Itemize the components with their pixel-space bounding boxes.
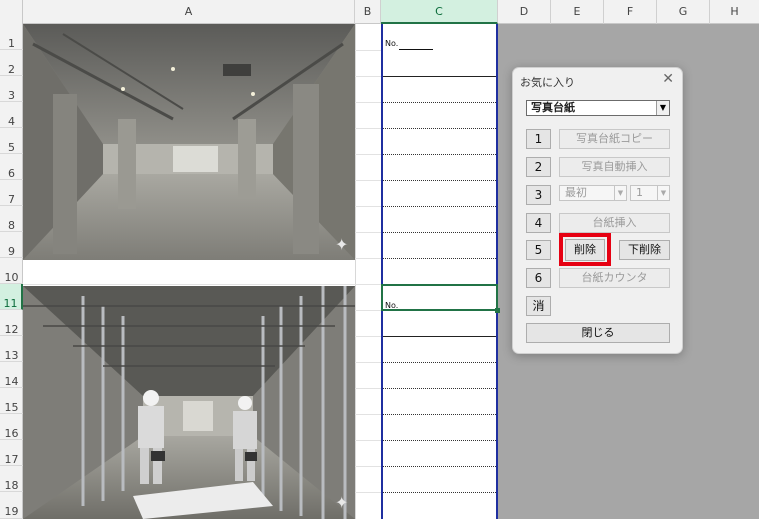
cell-c11-no-label: No. bbox=[385, 301, 399, 310]
dialog-close-button[interactable]: 閉じる bbox=[526, 323, 670, 343]
red-highlight-box bbox=[559, 233, 611, 266]
template-select[interactable]: 写真台紙 ▼ bbox=[526, 100, 670, 116]
fill-handle[interactable] bbox=[495, 308, 500, 313]
grid-line bbox=[355, 24, 356, 519]
row-header-8[interactable]: 8 bbox=[0, 206, 23, 232]
position-select[interactable]: 最初 ▼ bbox=[559, 185, 627, 201]
column-header-h[interactable]: H bbox=[710, 0, 759, 24]
row-header-13[interactable]: 13 bbox=[0, 336, 23, 362]
close-icon[interactable]: ✕ bbox=[662, 71, 674, 87]
photo-empty-concrete-interior[interactable]: ✦ bbox=[23, 24, 355, 260]
row-header-6[interactable]: 6 bbox=[0, 154, 23, 180]
erase-button[interactable]: 消 bbox=[526, 296, 551, 316]
column-header-d[interactable]: D bbox=[498, 0, 551, 24]
row-header-7[interactable]: 7 bbox=[0, 180, 23, 206]
sheet-counter-button[interactable]: 台紙カウンタ bbox=[559, 268, 670, 288]
cell-c1-no-label: No. bbox=[385, 39, 399, 48]
number-button-4[interactable]: 4 bbox=[526, 213, 551, 233]
row-header-11[interactable]: 11 bbox=[0, 284, 23, 310]
chevron-down-icon[interactable]: ▼ bbox=[657, 186, 669, 200]
dotted-line bbox=[383, 232, 496, 233]
row-header-9[interactable]: 9 bbox=[0, 232, 23, 258]
solid-line bbox=[383, 336, 496, 337]
dotted-line bbox=[383, 388, 496, 389]
row-header-14[interactable]: 14 bbox=[0, 362, 23, 388]
worksheet-grid[interactable]: ✦ ✦ No. No. bbox=[23, 24, 500, 519]
insert-sheet-button[interactable]: 台紙挿入 bbox=[559, 213, 670, 233]
photo-workers-steel-framing[interactable]: ✦ bbox=[23, 286, 355, 519]
dotted-line bbox=[383, 206, 496, 207]
dotted-line bbox=[383, 180, 496, 181]
column-header-a[interactable]: A bbox=[23, 0, 355, 24]
row-header-19[interactable]: 19 bbox=[0, 492, 23, 519]
chevron-down-icon[interactable]: ▼ bbox=[656, 101, 669, 115]
number-button-3[interactable]: 3 bbox=[526, 185, 551, 205]
dotted-line bbox=[383, 492, 496, 493]
favorites-dialog: お気に入り ✕ 写真台紙 ▼ 1 写真台紙コピー 2 写真自動挿入 3 最初 ▼… bbox=[512, 67, 683, 354]
row-header-4[interactable]: 4 bbox=[0, 102, 23, 128]
chevron-down-icon[interactable]: ▼ bbox=[614, 186, 626, 200]
row-header-12[interactable]: 12 bbox=[0, 310, 23, 336]
solid-line bbox=[383, 76, 496, 77]
row-header-18[interactable]: 18 bbox=[0, 466, 23, 492]
row-header-16[interactable]: 16 bbox=[0, 414, 23, 440]
number-button-1[interactable]: 1 bbox=[526, 129, 551, 149]
dotted-line bbox=[383, 414, 496, 415]
column-header-c[interactable]: C bbox=[381, 0, 498, 24]
dotted-line bbox=[383, 362, 496, 363]
dotted-line bbox=[383, 258, 496, 259]
number-button-6[interactable]: 6 bbox=[526, 268, 551, 288]
template-select-value: 写真台紙 bbox=[531, 101, 575, 114]
selected-cell-c11[interactable] bbox=[381, 284, 498, 311]
dotted-line bbox=[383, 466, 496, 467]
svg-text:✦: ✦ bbox=[335, 235, 348, 254]
position-select-value: 最初 bbox=[565, 186, 587, 199]
underline bbox=[399, 49, 433, 50]
row-header-2[interactable]: 2 bbox=[0, 50, 23, 76]
dotted-line bbox=[383, 128, 496, 129]
dotted-line bbox=[383, 102, 496, 103]
print-area-border bbox=[381, 24, 498, 519]
column-header-f[interactable]: F bbox=[604, 0, 657, 24]
dotted-line bbox=[383, 154, 496, 155]
delete-below-button[interactable]: 下削除 bbox=[619, 240, 670, 260]
row-header: 1 2 3 4 5 6 7 8 9 10 11 12 13 14 15 16 1… bbox=[0, 24, 23, 519]
column-header-e[interactable]: E bbox=[551, 0, 604, 24]
grid-line bbox=[23, 284, 381, 285]
row-header-17[interactable]: 17 bbox=[0, 440, 23, 466]
row-header-15[interactable]: 15 bbox=[0, 388, 23, 414]
row-header-1[interactable]: 1 bbox=[0, 24, 23, 50]
column-header: A B C D E F G H bbox=[0, 0, 759, 24]
number-button-5[interactable]: 5 bbox=[526, 240, 551, 260]
auto-insert-photos-button[interactable]: 写真自動挿入 bbox=[559, 157, 670, 177]
copy-photo-sheet-button[interactable]: 写真台紙コピー bbox=[559, 129, 670, 149]
column-header-b[interactable]: B bbox=[355, 0, 381, 24]
row-header-5[interactable]: 5 bbox=[0, 128, 23, 154]
count-select-value: 1 bbox=[636, 186, 643, 199]
dialog-title: お気に入り bbox=[520, 76, 575, 89]
number-button-2[interactable]: 2 bbox=[526, 157, 551, 177]
dotted-line bbox=[383, 440, 496, 441]
row-header-10[interactable]: 10 bbox=[0, 258, 23, 284]
count-select[interactable]: 1 ▼ bbox=[630, 185, 670, 201]
column-header-g[interactable]: G bbox=[657, 0, 710, 24]
row-header-3[interactable]: 3 bbox=[0, 76, 23, 102]
svg-text:✦: ✦ bbox=[335, 493, 348, 512]
select-all-corner[interactable] bbox=[0, 0, 23, 24]
